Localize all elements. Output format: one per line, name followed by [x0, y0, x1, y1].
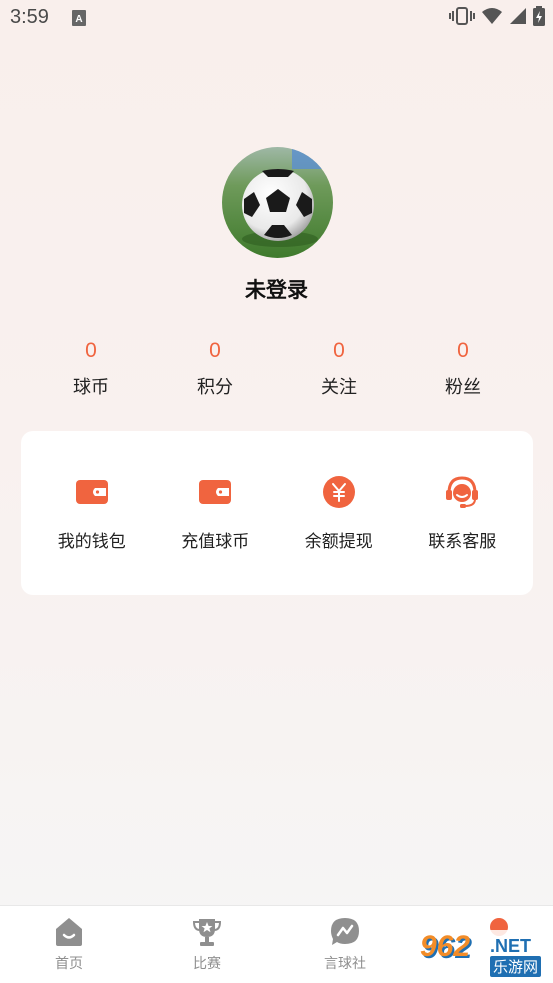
status-time: 3:59 — [10, 6, 49, 28]
stat-label: 球币 — [73, 377, 109, 398]
stat-label: 关注 — [321, 377, 357, 398]
battery-icon — [533, 6, 545, 30]
stat-value: 0 — [457, 339, 469, 362]
actions-card: 我的钱包 充值球币 余额提现 联系客服 — [21, 431, 533, 595]
tab-label: 言球社 — [324, 956, 366, 972]
chat-bubble-icon — [331, 918, 359, 945]
stat-followers[interactable]: 0 粉丝 — [401, 336, 525, 406]
headset-support-icon — [446, 476, 479, 508]
stat-coins[interactable]: 0 球币 — [29, 336, 153, 406]
wifi-icon — [481, 7, 503, 29]
stat-value: 0 — [333, 339, 345, 362]
tab-home[interactable]: 首页 — [0, 906, 138, 983]
home-icon — [56, 918, 82, 946]
watermark-number: 962 — [420, 930, 471, 963]
trophy-icon — [192, 919, 222, 946]
action-label: 我的钱包 — [57, 532, 126, 552]
action-label: 充值球币 — [181, 532, 250, 552]
site-watermark: 962 .NET 乐游网 — [416, 930, 550, 978]
stats-row: 0 球币 0 积分 0 关注 0 粉丝 — [29, 336, 525, 406]
contact-support-button[interactable]: 联系客服 — [401, 475, 525, 552]
recharge-wallet-icon — [199, 480, 232, 504]
watermark-net: .NET — [490, 936, 532, 956]
avatar[interactable] — [222, 147, 333, 258]
action-label: 联系客服 — [428, 532, 497, 552]
stat-value: 0 — [85, 339, 97, 362]
stat-value: 0 — [209, 339, 221, 362]
signal-icon — [509, 7, 527, 29]
stat-label: 粉丝 — [445, 377, 481, 398]
my-wallet-button[interactable]: 我的钱包 — [30, 475, 154, 552]
tab-community[interactable]: 言球社 — [276, 906, 414, 983]
vibrate-icon — [449, 7, 475, 29]
stat-label: 积分 — [197, 377, 233, 398]
stat-following[interactable]: 0 关注 — [277, 336, 401, 406]
soccer-ball-image — [222, 147, 333, 258]
status-bar: 3:59 A — [0, 0, 553, 36]
stat-points[interactable]: 0 积分 — [153, 336, 277, 406]
recharge-coins-button[interactable]: 充值球币 — [154, 475, 278, 552]
tab-label: 首页 — [55, 956, 83, 972]
withdraw-balance-button[interactable]: 余额提现 — [277, 475, 401, 552]
keyboard-notification-icon: A — [72, 10, 86, 26]
tab-matches[interactable]: 比赛 — [138, 906, 276, 983]
action-label: 余额提现 — [304, 532, 373, 552]
wallet-icon — [75, 480, 108, 504]
svg-text:A: A — [75, 14, 82, 25]
login-status-text[interactable]: 未登录 — [0, 274, 553, 304]
status-icons — [449, 6, 545, 30]
watermark-cn: 乐游网 — [490, 956, 542, 977]
yuan-coin-icon — [322, 476, 355, 508]
tab-label: 比赛 — [193, 956, 221, 972]
